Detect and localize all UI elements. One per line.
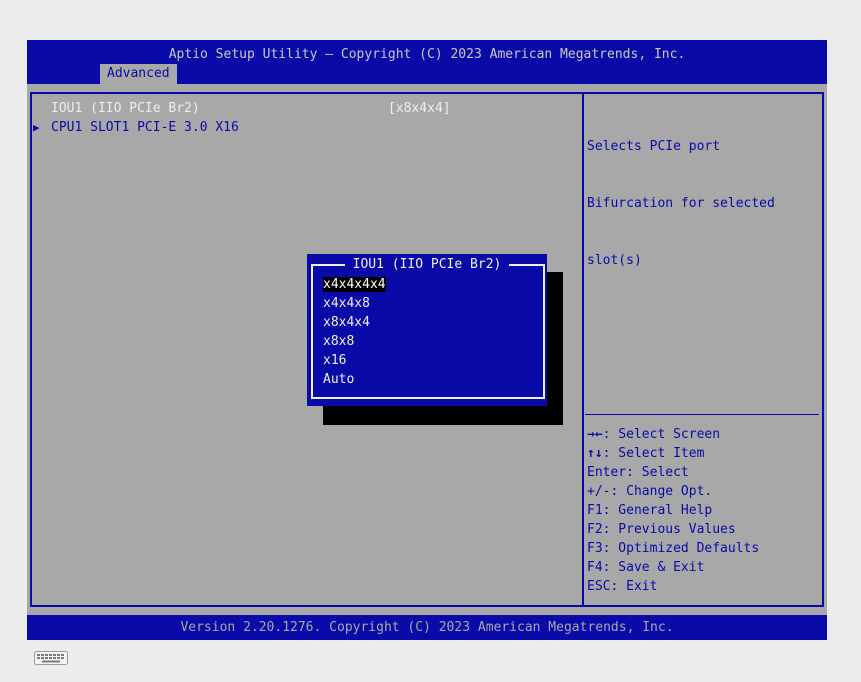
key-legend-item: ↑↓: Select Item xyxy=(587,444,759,463)
key-legend-text: : Exit xyxy=(610,579,658,594)
popup-option-x4x4x8[interactable]: x4x4x8 xyxy=(323,294,386,313)
key-legend-text: : General Help xyxy=(602,503,713,518)
options-popup: IOU1 (IIO PCIe Br2) x4x4x4x4 x4x4x8 x8x4… xyxy=(307,254,547,406)
key-legend-text: : Save & Exit xyxy=(602,560,705,575)
key-legend-text: : Select Screen xyxy=(602,427,721,442)
popup-options-list: x4x4x4x4 x4x4x8 x8x4x4 x8x8 x16 Auto xyxy=(323,275,386,389)
key-legend-key: F2 xyxy=(587,522,603,537)
option-label: x16 xyxy=(323,353,347,368)
submenu-cpu1-slot1[interactable]: CPU1 SLOT1 PCI-E 3.0 X16 xyxy=(51,118,239,137)
popup-option-x8x8[interactable]: x8x8 xyxy=(323,332,386,351)
help-line: Selects PCIe port xyxy=(587,139,721,154)
key-legend-text: : Optimized Defaults xyxy=(602,541,760,556)
key-legend: →←: Select Screen ↑↓: Select Item Enter:… xyxy=(587,425,759,596)
arrows-up-down-icon: ↑↓ xyxy=(587,446,603,461)
key-legend-text: : Change Opt. xyxy=(610,484,713,499)
setting-iou1-value[interactable]: [x8x4x4] xyxy=(388,99,451,118)
footer-text: Version 2.20.1276. Copyright (C) 2023 Am… xyxy=(180,620,674,635)
key-legend-key: +/- xyxy=(587,484,611,499)
help-divider xyxy=(585,414,819,415)
key-legend-item: +/-: Change Opt. xyxy=(587,482,759,501)
key-legend-item: F2: Previous Values xyxy=(587,520,759,539)
popup-option-x16[interactable]: x16 xyxy=(323,351,386,370)
title-text: Aptio Setup Utility – Copyright (C) 2023… xyxy=(168,47,686,62)
key-legend-item: ESC: Exit xyxy=(587,577,759,596)
key-legend-text: : Select xyxy=(626,465,689,480)
help-description: Selects PCIe port Bifurcation for select… xyxy=(587,99,775,308)
option-label: Auto xyxy=(323,372,355,387)
key-legend-item: F4: Save & Exit xyxy=(587,558,759,577)
key-legend-key: Enter xyxy=(587,465,627,480)
key-legend-key: ESC xyxy=(587,579,611,594)
popup-option-auto[interactable]: Auto xyxy=(323,370,386,389)
key-legend-key: F4 xyxy=(587,560,603,575)
key-legend-text: : Select Item xyxy=(602,446,705,461)
key-legend-item: Enter: Select xyxy=(587,463,759,482)
popup-option-x4x4x4x4[interactable]: x4x4x4x4 xyxy=(323,275,386,294)
key-legend-item: →←: Select Screen xyxy=(587,425,759,444)
option-label: x4x4x8 xyxy=(323,296,370,311)
popup-title: IOU1 (IIO PCIe Br2) xyxy=(307,255,547,274)
key-legend-item: F3: Optimized Defaults xyxy=(587,539,759,558)
triangle-right-icon: ▶ xyxy=(33,121,40,134)
help-line: slot(s) xyxy=(587,253,642,268)
footer-bar: Version 2.20.1276. Copyright (C) 2023 Am… xyxy=(27,615,827,640)
key-legend-key: F1 xyxy=(587,503,603,518)
option-label: x8x8 xyxy=(323,334,355,349)
bios-setup-screen: Aptio Setup Utility – Copyright (C) 2023… xyxy=(27,40,827,640)
title-bar: Aptio Setup Utility – Copyright (C) 2023… xyxy=(27,40,827,84)
popup-option-x8x4x4[interactable]: x8x4x4 xyxy=(323,313,386,332)
key-legend-item: F1: General Help xyxy=(587,501,759,520)
tab-advanced[interactable]: Advanced xyxy=(100,64,177,84)
key-legend-text: : Previous Values xyxy=(602,522,736,537)
keyboard-icon[interactable] xyxy=(34,651,68,665)
key-legend-key: F3 xyxy=(587,541,603,556)
option-label: x4x4x4x4 xyxy=(323,277,386,292)
help-line: Bifurcation for selected xyxy=(587,196,775,211)
popup-title-text: IOU1 (IIO PCIe Br2) xyxy=(344,257,510,272)
arrows-left-right-icon: →← xyxy=(587,427,603,442)
option-label: x8x4x4 xyxy=(323,315,370,330)
setting-iou1-label[interactable]: IOU1 (IIO PCIe Br2) xyxy=(51,99,200,118)
